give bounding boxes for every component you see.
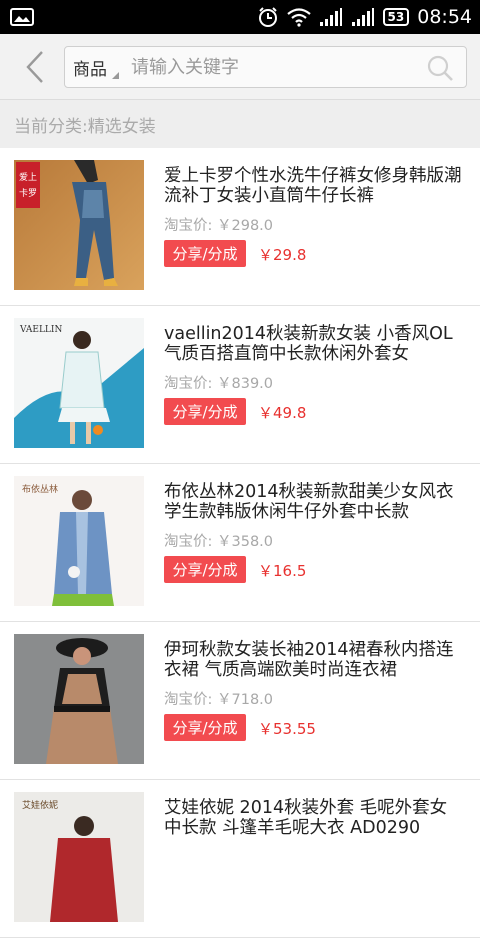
battery-level: 53 (382, 8, 410, 26)
product-item[interactable]: 艾娃依妮 艾娃依妮 2014秋装外套 毛呢外套女中长款 斗篷羊毛呢大衣 AD02… (0, 780, 480, 938)
svg-text:卡罗: 卡罗 (19, 187, 37, 199)
taobao-price: 淘宝价: ￥718.0 (164, 692, 274, 708)
coat-photo-icon: VAELLIN (14, 318, 144, 448)
share-commission-button[interactable]: 分享/分成 (164, 398, 246, 425)
dropdown-caret-icon (112, 72, 119, 79)
product-item[interactable]: 布依丛林 布依丛林2014秋装新款甜美少女风衣学生款韩版休闲牛仔外套中长款 淘宝… (0, 464, 480, 622)
taobao-price: 淘宝价: ￥358.0 (164, 534, 274, 550)
product-list: 爱上 卡罗 爱上卡罗个性水洗牛仔裤女修身韩版潮流补丁女装小直筒牛仔长裤 淘宝价:… (0, 148, 480, 938)
taobao-price: 淘宝价: ￥298.0 (164, 218, 274, 234)
share-commission-button[interactable]: 分享/分成 (164, 714, 246, 741)
product-item[interactable]: 伊珂秋款女装长袖2014裙春秋内搭连衣裙 气质高端欧美时尚连衣裙 淘宝价: ￥7… (0, 622, 480, 780)
search-input[interactable] (123, 47, 413, 87)
search-icon[interactable] (426, 54, 454, 82)
product-image: 布依丛林 (14, 476, 144, 606)
commission-amount: ￥29.8 (258, 246, 307, 264)
product-title: 爱上卡罗个性水洗牛仔裤女修身韩版潮流补丁女装小直筒牛仔长裤 (164, 166, 462, 206)
svg-text:VAELLIN: VAELLIN (19, 325, 62, 335)
commission-amount: ￥49.8 (258, 404, 307, 422)
denim-coat-photo-icon: 布依丛林 (14, 476, 144, 606)
wool-coat-photo-icon: 艾娃依妮 (14, 792, 144, 922)
dress-photo-icon (14, 634, 144, 764)
wifi-icon (286, 8, 311, 27)
category-dropdown[interactable]: 商品 (65, 47, 119, 87)
share-commission-button[interactable]: 分享/分成 (164, 240, 246, 267)
product-image: 艾娃依妮 (14, 792, 144, 922)
clock: 08:54 (417, 6, 472, 28)
product-title: vaellin2014秋装新款女装 小香风OL气质百搭直筒中长款休闲外套女 (164, 324, 453, 364)
back-button[interactable] (20, 48, 52, 86)
product-image (14, 634, 144, 764)
jeans-photo-icon: 爱上 卡罗 (14, 160, 144, 290)
svg-text:爱上: 爱上 (19, 172, 37, 183)
commission-amount: ￥16.5 (258, 562, 307, 580)
product-image: VAELLIN (14, 318, 144, 448)
product-item[interactable]: 爱上 卡罗 爱上卡罗个性水洗牛仔裤女修身韩版潮流补丁女装小直筒牛仔长裤 淘宝价:… (0, 148, 480, 306)
alarm-icon (258, 7, 277, 27)
taobao-price: 淘宝价: ￥839.0 (164, 376, 274, 392)
status-bar: 53 08:54 (0, 0, 480, 34)
signal-icon (319, 8, 342, 26)
gallery-notification-icon (10, 8, 34, 26)
current-category-label: 当前分类:精选女装 (14, 116, 156, 137)
svg-text:艾娃依妮: 艾娃依妮 (22, 799, 58, 811)
product-image: 爱上 卡罗 (14, 160, 144, 290)
share-commission-button[interactable]: 分享/分成 (164, 556, 246, 583)
product-title: 伊珂秋款女装长袖2014裙春秋内搭连衣裙 气质高端欧美时尚连衣裙 (164, 640, 454, 680)
product-title: 艾娃依妮 2014秋装外套 毛呢外套女中长款 斗篷羊毛呢大衣 AD0290 (164, 798, 448, 838)
search-box: 商品 (64, 46, 467, 88)
product-title: 布依丛林2014秋装新款甜美少女风衣学生款韩版休闲牛仔外套中长款 (164, 482, 454, 522)
commission-amount: ￥53.55 (258, 720, 316, 738)
current-category-bar: 当前分类:精选女装 (0, 100, 480, 148)
signal-icon-2 (351, 8, 374, 26)
svg-text:布依丛林: 布依丛林 (22, 483, 58, 495)
category-dropdown-label: 商品 (73, 59, 107, 80)
product-item[interactable]: VAELLIN vaellin2014秋装新款女装 小香风OL气质百搭直筒中长款… (0, 306, 480, 464)
search-header: 商品 (0, 34, 480, 100)
